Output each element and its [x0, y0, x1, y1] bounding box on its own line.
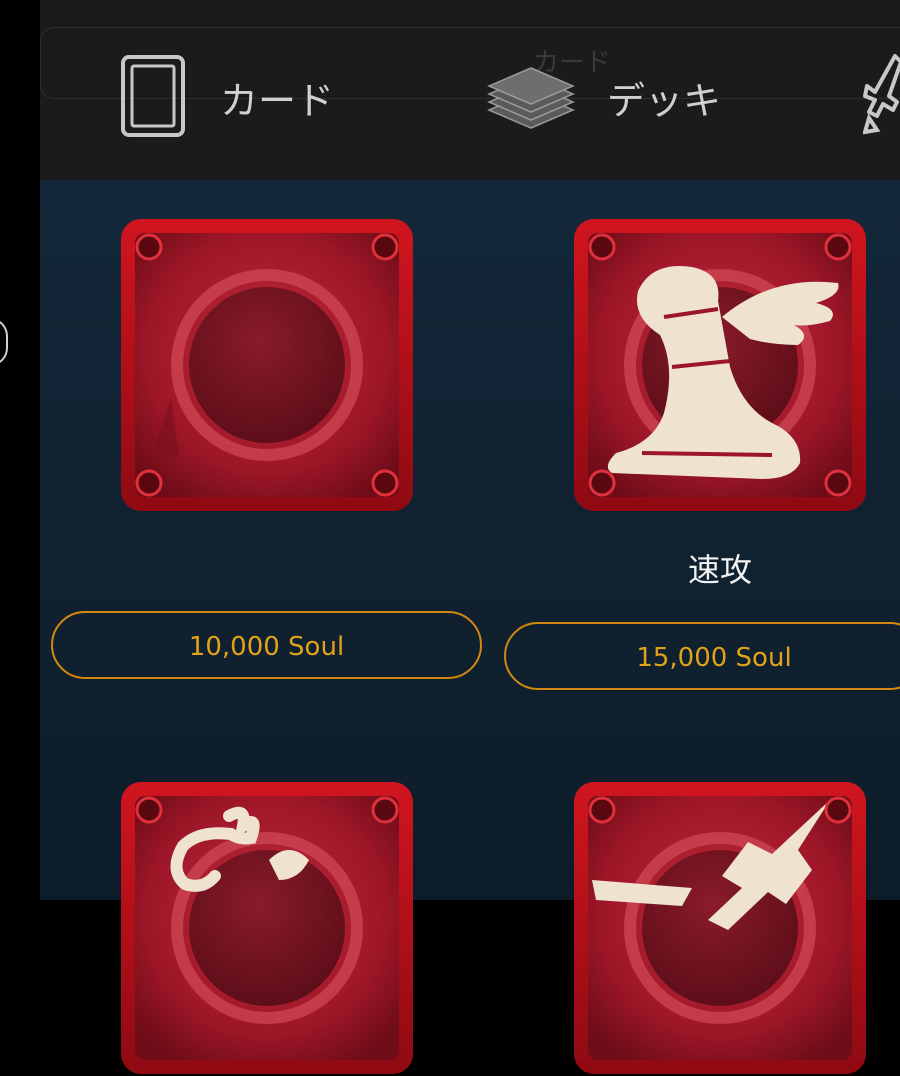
- deck-icon: [485, 58, 577, 134]
- skill-item[interactable]: [119, 217, 415, 513]
- edge-handle[interactable]: [0, 318, 8, 366]
- tab-deck[interactable]: デッキ: [440, 0, 770, 180]
- skill-item[interactable]: [119, 780, 415, 1076]
- card-icon: [120, 54, 186, 142]
- tab-cards-label: カード: [220, 79, 335, 123]
- tab-cards[interactable]: カード: [40, 0, 370, 180]
- tab-third[interactable]: [815, 0, 900, 180]
- scorpion-icon: [121, 782, 413, 1074]
- left-edge-bar: [0, 0, 40, 900]
- skill-item[interactable]: [572, 780, 868, 1076]
- price-button[interactable]: 15,000 Soul: [504, 622, 900, 690]
- blank-skill-icon: [121, 219, 413, 511]
- skill-name: [117, 548, 417, 592]
- winged-boot-icon: [574, 219, 866, 511]
- skill-name: 速攻: [687, 551, 752, 589]
- dagger-icon: [574, 782, 866, 1074]
- skill-item[interactable]: [572, 217, 868, 513]
- price-button[interactable]: 10,000 Soul: [51, 611, 482, 679]
- tab-deck-label: デッキ: [607, 79, 722, 123]
- sword-icon: [862, 52, 900, 142]
